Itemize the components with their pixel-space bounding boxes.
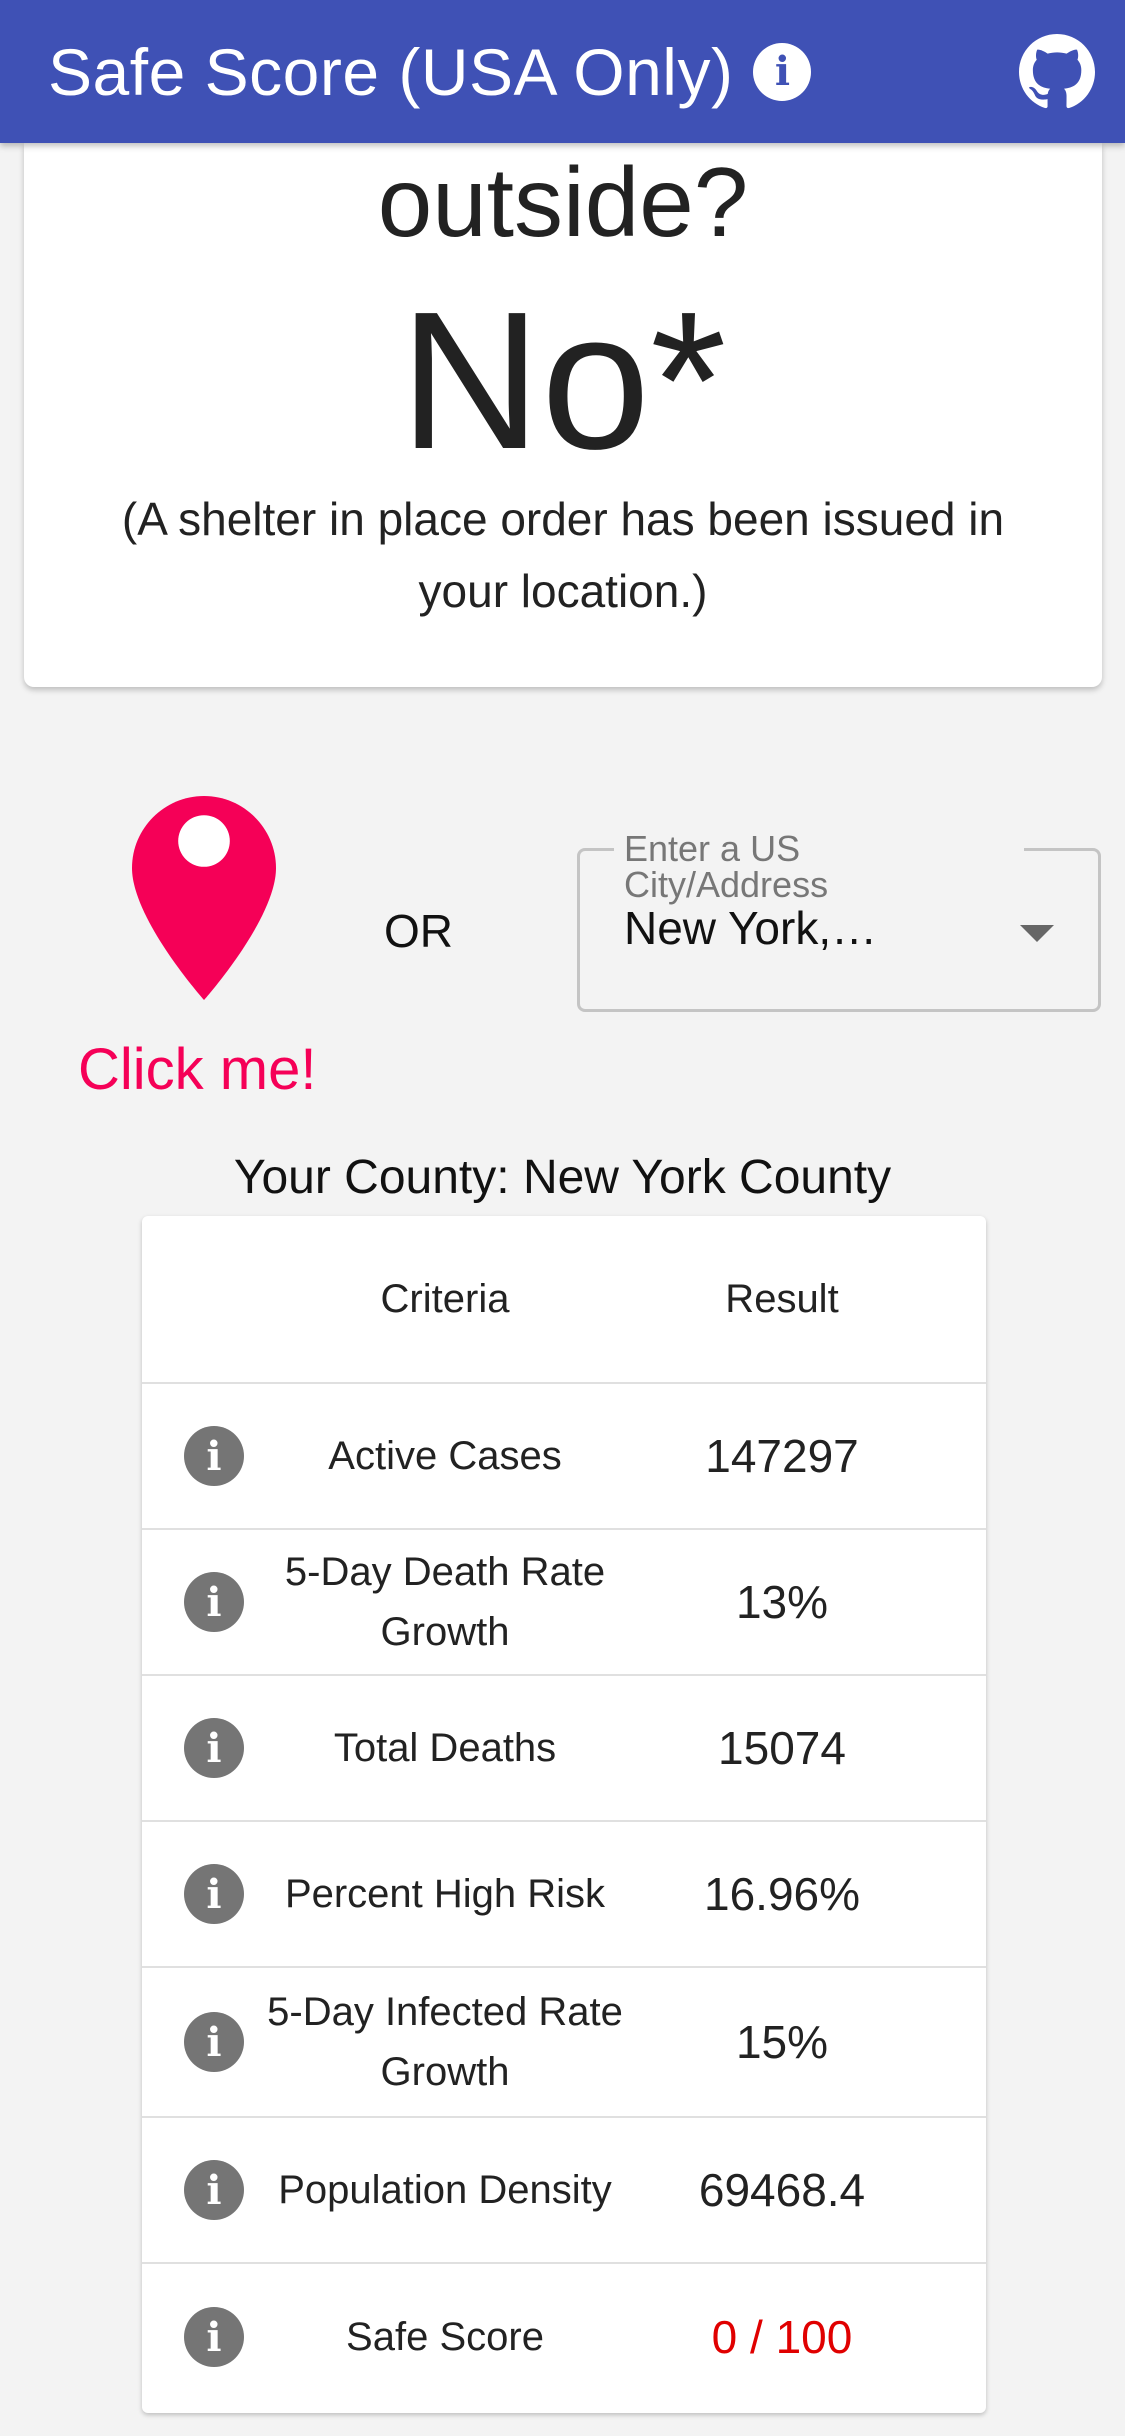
or-label: OR — [384, 905, 453, 957]
result-value: 13% — [735, 1576, 829, 1628]
shelter-note: (A shelter in place order has been issue… — [121, 493, 1005, 617]
table-row: i Percent High Risk 16.96% — [142, 1822, 986, 1968]
github-icon[interactable] — [1019, 34, 1095, 110]
info-icon[interactable]: i — [753, 42, 812, 101]
table-row: i Active Cases 147297 — [142, 1384, 986, 1530]
info-icon[interactable]: i — [184, 2160, 244, 2220]
criteria-cell: Population Density — [278, 2168, 612, 2212]
info-icon[interactable]: i — [184, 2307, 244, 2367]
info-icon[interactable]: i — [184, 1572, 244, 1632]
result-header: Result — [725, 1276, 839, 1321]
dropdown-arrow-icon[interactable] — [1020, 925, 1054, 942]
address-input-label: Enter a US City/Address — [614, 831, 1024, 903]
table-header: Criteria Result — [142, 1216, 986, 1384]
criteria-cell: Active Cases — [328, 1434, 562, 1478]
app-bar: Safe Score (USA Only) i — [0, 0, 1125, 143]
result-value: 16.96% — [703, 1868, 861, 1920]
info-icon[interactable]: i — [184, 1718, 244, 1778]
criteria-cell: 5-Day Infected Rate Growth — [267, 1990, 623, 2094]
criteria-table: Criteria Result i Active Cases 147297 i … — [142, 1216, 986, 2413]
criteria-header: Criteria — [380, 1277, 510, 1321]
click-me-link[interactable]: Click me! — [78, 1036, 316, 1103]
table-row: i 5-Day Infected Rate Growth 15% — [142, 1968, 986, 2118]
question-text: outside? — [377, 147, 749, 257]
app-title: Safe Score (USA Only) — [48, 34, 734, 109]
criteria-cell: 5-Day Death Rate Growth — [284, 1550, 606, 1654]
criteria-cell: Percent High Risk — [284, 1872, 606, 1916]
criteria-cell: Safe Score — [346, 2315, 544, 2359]
info-icon[interactable]: i — [184, 1864, 244, 1924]
result-value: 69468.4 — [698, 2164, 866, 2216]
result-value: 15074 — [718, 1722, 846, 1774]
table-row: i Total Deaths 15074 — [142, 1676, 986, 1822]
answer-result: No* — [399, 271, 727, 490]
table-row: i Safe Score 0 / 100 — [142, 2264, 986, 2410]
county-label: Your County: New York County — [233, 1151, 892, 1204]
info-icon[interactable]: i — [184, 2012, 244, 2072]
result-value: 147297 — [705, 1430, 859, 1482]
table-row: i 5-Day Death Rate Growth 13% — [142, 1530, 986, 1676]
address-input[interactable]: Enter a US City/Address New York,… — [577, 831, 1101, 1012]
address-input-value[interactable]: New York,… — [624, 901, 954, 955]
answer-card: outside? No* (A shelter in place order h… — [24, 143, 1102, 687]
safe-score-value: 0 / 100 — [711, 2311, 853, 2363]
criteria-cell: Total Deaths — [333, 1726, 557, 1770]
result-value: 15% — [735, 2016, 829, 2068]
info-icon[interactable]: i — [184, 1426, 244, 1486]
table-row: i Population Density 69468.4 — [142, 2118, 986, 2264]
location-pin-icon[interactable] — [132, 796, 276, 1000]
